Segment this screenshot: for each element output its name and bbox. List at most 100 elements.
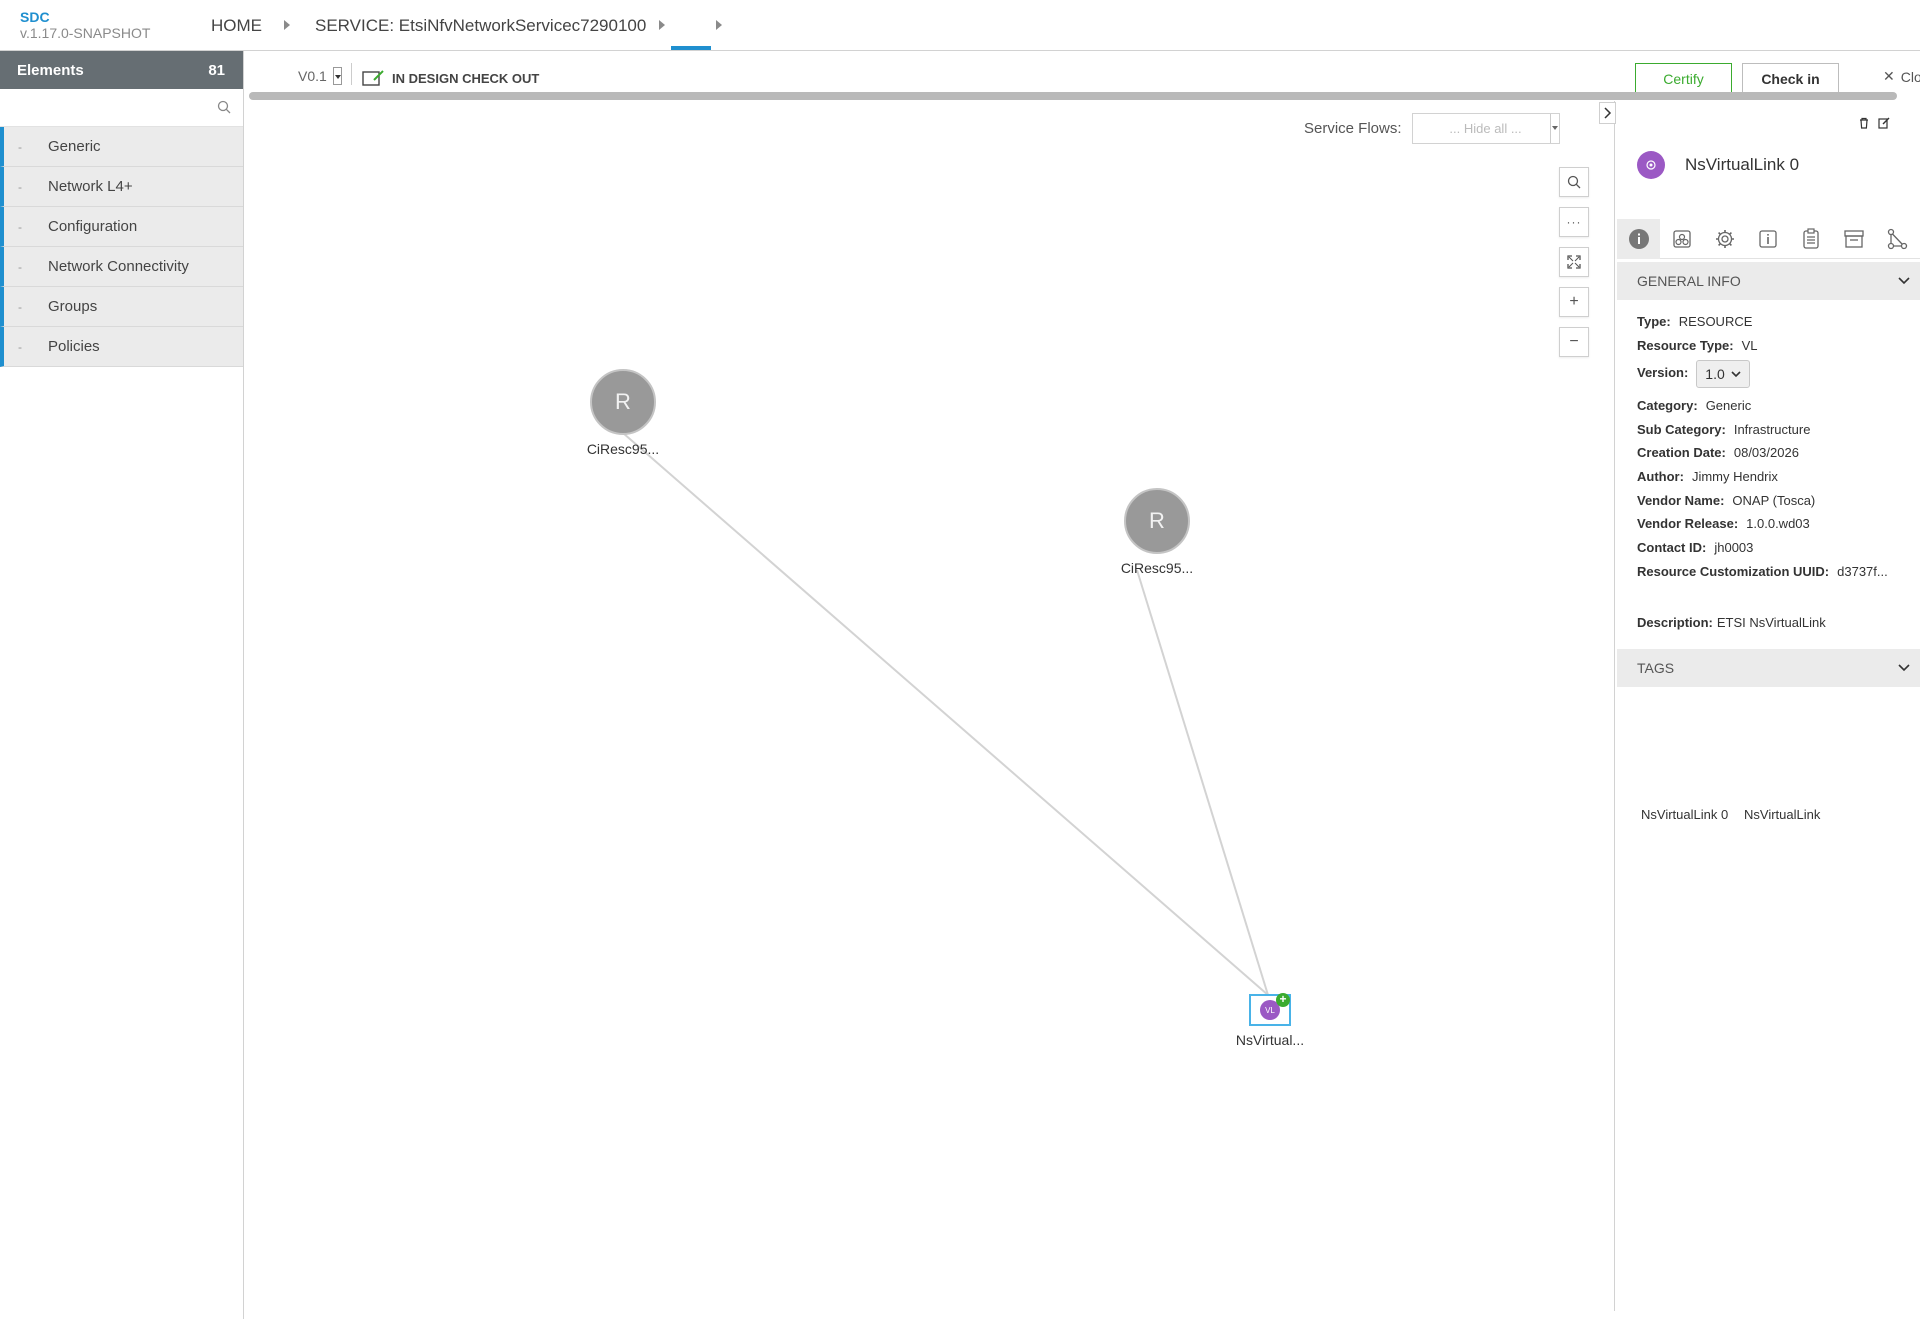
virtual-link-icon: [1646, 160, 1656, 170]
palette-title: Elements: [17, 61, 84, 79]
link-layer: [622, 432, 1269, 996]
canvas-node-vl-selected[interactable]: VL + NsVirtual...: [1195, 993, 1345, 1049]
version-select-value: 1.0: [1705, 366, 1725, 382]
breadcrumb-arrow-icon[interactable]: [659, 20, 665, 30]
info-vendor-release: Vendor Release: 1.0.0.wd03: [1637, 516, 1810, 531]
version-dropdown[interactable]: V0.1: [298, 67, 342, 85]
canvas-node-resource[interactable]: R CiResc95...: [548, 369, 698, 457]
section-title: GENERAL INFO: [1637, 273, 1741, 289]
search-icon[interactable]: [217, 100, 231, 114]
canvas-search-button[interactable]: [1559, 167, 1589, 197]
add-link-icon[interactable]: +: [1276, 993, 1290, 1007]
canvas-more-button[interactable]: ···: [1559, 207, 1589, 237]
collapse-dash-icon: -: [18, 339, 22, 354]
info-key: Description:: [1637, 615, 1713, 630]
info-customization-uuid: Resource Customization UUID: d3737f...: [1637, 564, 1888, 579]
ellipsis-icon: ···: [1566, 215, 1582, 229]
info-value: RESOURCE: [1678, 314, 1753, 329]
plus-icon: +: [1569, 293, 1579, 310]
info-key: Resource Customization UUID:: [1637, 564, 1830, 579]
palette-group-generic[interactable]: - Generic: [0, 127, 243, 167]
palette-group-label: Generic: [48, 138, 101, 155]
node-label: CiResc95...: [586, 441, 660, 457]
tags-section-header[interactable]: TAGS: [1617, 649, 1920, 687]
active-breadcrumb-indicator: [671, 46, 711, 50]
breadcrumb-home[interactable]: HOME: [211, 16, 262, 36]
info-key: Resource Type:: [1637, 338, 1734, 353]
info-key: Author:: [1637, 469, 1684, 484]
tab-deployment-artifacts[interactable]: [1660, 219, 1703, 259]
archive-icon: [1843, 230, 1864, 248]
tab-relations[interactable]: [1875, 219, 1918, 259]
info-key: Vendor Name:: [1637, 493, 1725, 508]
relation-link[interactable]: [1136, 569, 1269, 996]
collapse-panel-button[interactable]: [1599, 102, 1616, 124]
node-badge: VL: [1265, 1005, 1275, 1015]
fit-to-screen-button[interactable]: [1559, 247, 1589, 277]
workspace-toolbar: V0.1 IN DESIGN CHECK OUT Certify Check i…: [245, 51, 1920, 93]
info-value: jh0003: [1714, 540, 1754, 555]
version-select[interactable]: 1.0: [1696, 360, 1750, 388]
info-category: Category: Generic: [1637, 398, 1751, 413]
zoom-out-button[interactable]: −: [1559, 327, 1589, 357]
node-label: CiResc95...: [1120, 560, 1194, 576]
chevron-right-icon: [1603, 107, 1611, 119]
palette-group-configuration[interactable]: - Configuration: [0, 207, 243, 247]
chevron-down-icon: [1898, 664, 1910, 672]
tab-api-artifacts[interactable]: [1789, 219, 1832, 259]
chevron-down-icon: [1898, 277, 1910, 285]
chevron-down-icon[interactable]: [332, 67, 342, 85]
service-flows: Service Flows: ... Hide all ...: [1304, 113, 1560, 144]
info-box-icon: [1758, 230, 1777, 248]
palette-group-policies[interactable]: - Policies: [0, 327, 243, 367]
panel-actions: [1858, 117, 1890, 129]
trash-icon[interactable]: [1858, 117, 1870, 129]
certify-button[interactable]: Certify: [1635, 63, 1732, 93]
minus-icon: −: [1569, 333, 1579, 350]
palette-group-groups[interactable]: - Groups: [0, 287, 243, 327]
tab-information-artifacts[interactable]: [1746, 219, 1789, 259]
palette-group-network-connectivity[interactable]: - Network Connectivity: [0, 247, 243, 287]
composition-canvas[interactable]: Service Flows: ... Hide all ... ··· + − …: [245, 101, 1615, 1311]
breadcrumb-arrow-icon[interactable]: [716, 20, 722, 30]
tab-general-info[interactable]: [1617, 219, 1660, 259]
version-value: V0.1: [298, 68, 327, 84]
search-icon: [1567, 175, 1581, 189]
horizontal-scrollbar[interactable]: [249, 92, 1897, 100]
breadcrumb-service[interactable]: SERVICE: EtsiNfvNetworkServicec7290100: [315, 16, 646, 36]
close-label: Close: [1900, 68, 1920, 85]
palette-group-network-l4[interactable]: - Network L4+: [0, 167, 243, 207]
zoom-in-button[interactable]: +: [1559, 287, 1589, 317]
tag-item: NsVirtualLink: [1744, 807, 1821, 822]
artifacts-icon: [1672, 230, 1691, 248]
palette-group-label: Policies: [48, 338, 100, 355]
tab-requirements-capabilities[interactable]: [1832, 219, 1875, 259]
checkin-button[interactable]: Check in: [1742, 63, 1839, 93]
info-contact-id: Contact ID: jh0003: [1637, 540, 1753, 555]
selected-component-header: NsVirtualLink 0: [1637, 151, 1799, 179]
breadcrumb-arrow-icon[interactable]: [284, 20, 290, 30]
edit-icon[interactable]: [1878, 117, 1890, 129]
close-button[interactable]: ✕ Close: [1883, 68, 1920, 85]
tab-properties[interactable]: [1703, 219, 1746, 259]
info-value: 08/03/2026: [1733, 445, 1799, 460]
info-version: Version: 1.0: [1637, 360, 1750, 388]
canvas-node-resource[interactable]: R CiResc95...: [1082, 488, 1232, 576]
chevron-down-icon: [1549, 114, 1559, 143]
section-title: TAGS: [1637, 660, 1675, 676]
general-info-section-header[interactable]: GENERAL INFO: [1617, 262, 1920, 300]
info-resource-type: Resource Type: VL: [1637, 338, 1757, 353]
sdc-logo[interactable]: SDC v.1.17.0-SNAPSHOT: [20, 9, 150, 41]
node-letter: R: [615, 389, 631, 414]
info-value: ETSI NsVirtualLink: [1716, 615, 1826, 630]
chevron-down-icon: [1731, 370, 1741, 377]
info-value: VL: [1741, 338, 1758, 353]
service-flows-select[interactable]: ... Hide all ...: [1411, 113, 1560, 144]
app-brand: SDC: [20, 9, 50, 25]
info-sub-category: Sub Category: Infrastructure: [1637, 422, 1810, 437]
info-key: Creation Date:: [1637, 445, 1726, 460]
palette-group-label: Network L4+: [48, 178, 133, 195]
collapse-dash-icon: -: [18, 219, 22, 234]
palette-search-input[interactable]: [0, 89, 210, 125]
info-value: Jimmy Hendrix: [1691, 469, 1778, 484]
